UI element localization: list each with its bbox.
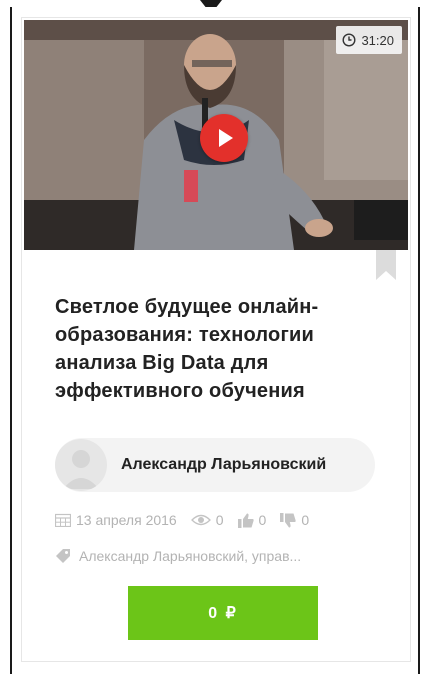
likes-count: 0: [258, 512, 267, 528]
play-icon: [219, 129, 233, 147]
video-thumbnail[interactable]: 31:20: [24, 20, 408, 250]
clock-icon: [342, 33, 356, 47]
date-stat: 13 апреля 2016: [55, 512, 177, 528]
author-chip[interactable]: Александр Ларьяновский: [55, 438, 375, 492]
calendar-icon: [55, 513, 71, 527]
views-stat: 0: [190, 512, 224, 528]
avatar: [55, 439, 107, 491]
duration-text: 31:20: [361, 32, 394, 48]
eye-icon: [190, 514, 211, 526]
dislikes-count: 0: [301, 512, 310, 528]
thumbs-down-icon: [280, 512, 296, 527]
play-button[interactable]: [200, 114, 248, 162]
bookmark-icon[interactable]: [376, 250, 396, 280]
date-text: 13 апреля 2016: [76, 512, 177, 528]
duration-badge: 31:20: [336, 26, 402, 54]
likes-stat[interactable]: 0: [237, 512, 267, 528]
title-line: Светлое будущее онлайн-: [55, 296, 319, 318]
course-title[interactable]: Светлое будущее онлайн- образования: тех…: [55, 293, 390, 405]
tags-text: Александр Ларьяновский, управ...: [79, 548, 302, 564]
title-line: образования: технологии: [55, 324, 314, 346]
stats-row: 13 апреля 2016 0 0 0: [55, 512, 405, 528]
thumbs-up-icon: [237, 513, 254, 528]
dislikes-stat[interactable]: 0: [280, 512, 309, 528]
tag-icon: [56, 549, 70, 563]
price-button[interactable]: 0 ₽: [128, 586, 318, 640]
views-count: 0: [215, 512, 224, 528]
course-card[interactable]: 31:20 Светлое будущее онлайн- образовани…: [21, 17, 411, 662]
user-silhouette-icon: [63, 450, 99, 489]
author-name: Александр Ларьяновский: [121, 456, 327, 473]
tags-row[interactable]: Александр Ларьяновский, управ...: [55, 548, 400, 564]
title-line: эффективного обучения: [55, 380, 305, 402]
title-line: анализа Big Data для: [55, 352, 269, 374]
